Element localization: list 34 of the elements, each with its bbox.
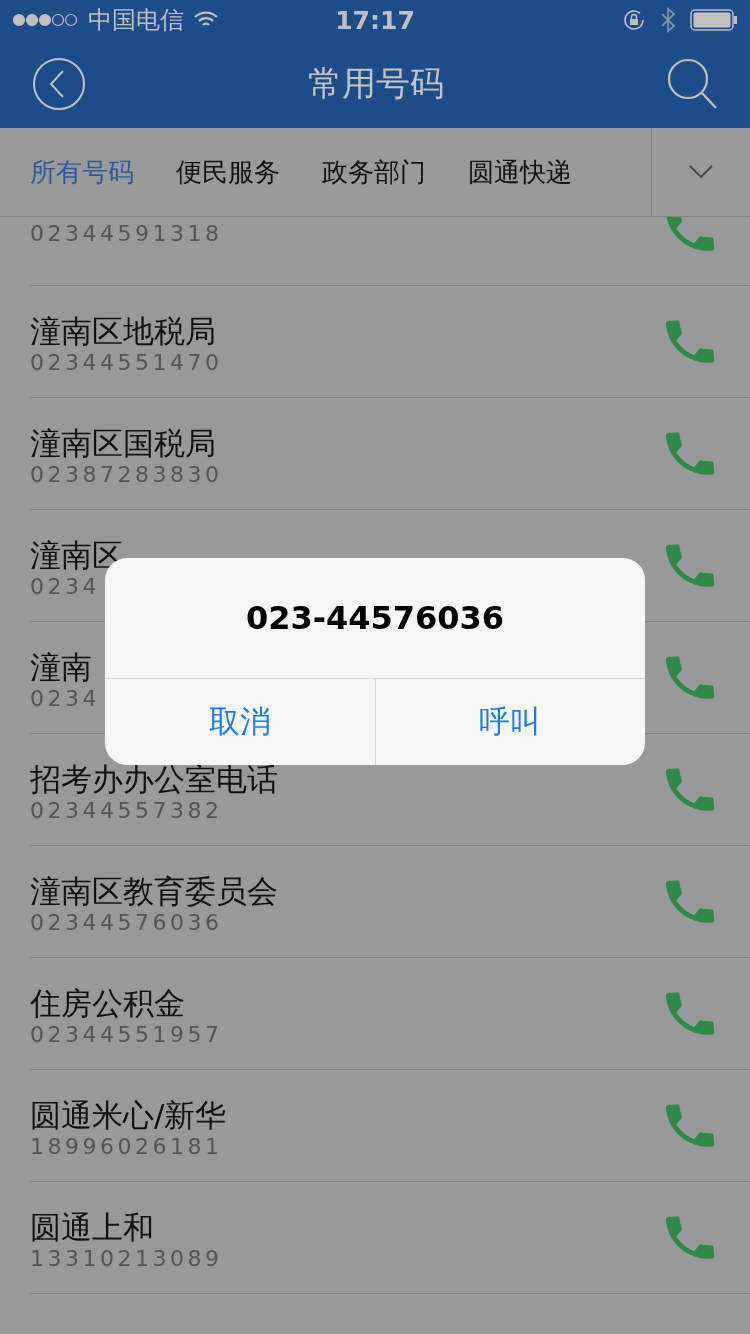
phone-number: 02344551470 <box>30 349 223 377</box>
dialog-number: 023-44576036 <box>245 598 505 637</box>
rotation-lock-icon <box>622 8 646 32</box>
phone-number: 02344576036 <box>30 909 223 937</box>
call-button[interactable]: 呼叫 <box>374 678 645 765</box>
category-tab[interactable]: 政务部门 <box>292 154 426 190</box>
contact-name: 潼南 <box>30 650 92 684</box>
phone-number: 0234 <box>30 685 100 713</box>
phone-number: 02344557382 <box>30 797 223 825</box>
signal-icon <box>12 13 78 27</box>
back-icon[interactable] <box>32 57 86 111</box>
phone-number: 18996026181 <box>30 1133 223 1161</box>
phone-number: 02387283830 <box>30 461 223 489</box>
contact-name: 潼南区国税局 <box>30 426 216 460</box>
cancel-button[interactable]: 取消 <box>105 678 375 765</box>
phone-number: 02344591318 <box>30 220 223 248</box>
contact-name: 圆通上和 <box>30 1210 154 1244</box>
category-tab[interactable]: 便民服务 <box>146 154 280 190</box>
page-title: 常用号码 <box>308 62 444 105</box>
search-icon[interactable] <box>666 57 718 111</box>
battery-icon <box>690 9 738 31</box>
bluetooth-icon <box>660 7 676 33</box>
phone-number: 0234 <box>30 573 100 601</box>
category-tab[interactable]: 圆通快递 <box>438 154 572 190</box>
carrier-name: 中国电信 <box>88 5 184 36</box>
phone-number: 13310213089 <box>30 1245 223 1273</box>
contact-name: 招考办办公室电话 <box>30 762 278 796</box>
contact-name: 潼南区地税局 <box>30 314 216 348</box>
clock-time: 17:17 <box>335 5 415 35</box>
chevron-down-icon <box>689 165 713 179</box>
contact-name: 圆通米心/新华 <box>30 1098 227 1132</box>
contact-name: 潼南区教育委员会 <box>30 874 278 908</box>
phone-number: 02344551957 <box>30 1021 223 1049</box>
contact-name: 住房公积金 <box>30 986 185 1020</box>
